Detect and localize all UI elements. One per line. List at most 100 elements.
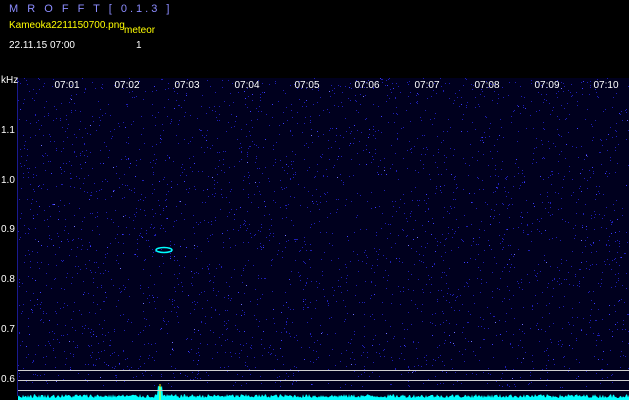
noise-pixel (92, 82, 93, 83)
noise-pixel (546, 100, 547, 101)
noise-pixel (561, 88, 562, 89)
noise-pixel (251, 345, 252, 346)
noise-pixel (39, 79, 40, 80)
noise-pixel (116, 381, 117, 382)
noise-pixel (386, 80, 387, 81)
noise-pixel (612, 331, 613, 332)
noise-pixel (263, 147, 264, 148)
noise-pixel (260, 298, 261, 299)
noise-pixel (434, 118, 435, 119)
noise-pixel (415, 187, 416, 188)
noise-pixel (324, 193, 325, 194)
noise-pixel (142, 237, 143, 238)
noise-pixel (407, 329, 408, 330)
noise-pixel (73, 239, 74, 240)
noise-pixel (523, 107, 524, 108)
noise-pixel (191, 349, 192, 350)
noise-pixel (441, 142, 442, 143)
noise-pixel (485, 202, 486, 203)
noise-pixel (519, 188, 520, 189)
noise-pixel (116, 377, 117, 378)
noise-pixel (432, 314, 433, 315)
noise-pixel (451, 307, 452, 308)
noise-pixel (179, 105, 180, 106)
noise-pixel (239, 357, 240, 358)
noise-pixel (231, 277, 232, 278)
noise-pixel (369, 152, 370, 153)
noise-pixel (95, 365, 96, 366)
noise-pixel (66, 277, 67, 278)
noise-pixel (67, 239, 68, 240)
noise-pixel (443, 90, 444, 91)
noise-pixel (290, 85, 291, 86)
noise-pixel (596, 194, 597, 195)
noise-pixel (104, 142, 105, 143)
noise-pixel (326, 201, 327, 202)
noise-pixel (343, 182, 344, 183)
noise-pixel (184, 100, 185, 101)
noise-pixel (537, 219, 538, 220)
noise-pixel (166, 218, 167, 219)
noise-pixel (549, 239, 550, 240)
noise-pixel (261, 227, 262, 228)
noise-pixel (196, 353, 197, 354)
noise-pixel (280, 207, 281, 208)
noise-pixel (210, 280, 211, 281)
noise-pixel (514, 267, 515, 268)
noise-pixel (273, 309, 274, 310)
noise-pixel (193, 215, 194, 216)
noise-pixel (614, 210, 615, 211)
noise-pixel (386, 288, 387, 289)
noise-pixel (579, 302, 580, 303)
noise-pixel (305, 263, 306, 264)
noise-pixel (309, 259, 310, 260)
noise-pixel (353, 175, 354, 176)
noise-pixel (373, 159, 374, 160)
noise-pixel (528, 384, 529, 385)
noise-pixel (572, 179, 573, 180)
noise-pixel (205, 323, 206, 324)
noise-pixel (28, 326, 29, 327)
noise-pixel (581, 262, 582, 263)
noise-pixel (89, 346, 90, 347)
noise-pixel (402, 262, 403, 263)
noise-pixel (173, 161, 174, 162)
noise-pixel (191, 339, 192, 340)
noise-pixel (166, 324, 167, 325)
noise-pixel (137, 256, 138, 257)
noise-pixel (44, 83, 45, 84)
noise-pixel (427, 98, 428, 99)
noise-pixel (594, 211, 595, 212)
noise-pixel (179, 273, 180, 274)
noise-pixel (334, 290, 335, 291)
noise-pixel (329, 159, 330, 160)
noise-pixel (245, 265, 246, 266)
noise-pixel (347, 290, 348, 291)
noise-pixel (363, 346, 364, 347)
noise-pixel (547, 196, 548, 197)
file-name: Kameoka2211150700.png (9, 20, 125, 31)
noise-pixel (73, 341, 74, 342)
noise-pixel (615, 172, 616, 173)
noise-pixel (317, 171, 318, 172)
noise-pixel (265, 167, 266, 168)
noise-pixel (117, 255, 118, 256)
noise-pixel (286, 241, 287, 242)
noise-pixel (37, 214, 38, 215)
noise-pixel (171, 181, 172, 182)
noise-pixel (322, 275, 323, 276)
noise-pixel (354, 359, 355, 360)
noise-pixel (287, 120, 288, 121)
noise-pixel (58, 206, 59, 207)
noise-pixel (502, 203, 503, 204)
noise-pixel (446, 372, 447, 373)
noise-pixel (506, 229, 507, 230)
noise-pixel (46, 356, 47, 357)
noise-pixel (76, 137, 77, 138)
noise-pixel (357, 130, 358, 131)
noise-pixel (70, 186, 71, 187)
noise-pixel (552, 110, 553, 111)
noise-pixel (296, 381, 297, 382)
noise-pixel (276, 331, 277, 332)
noise-pixel (208, 222, 209, 223)
